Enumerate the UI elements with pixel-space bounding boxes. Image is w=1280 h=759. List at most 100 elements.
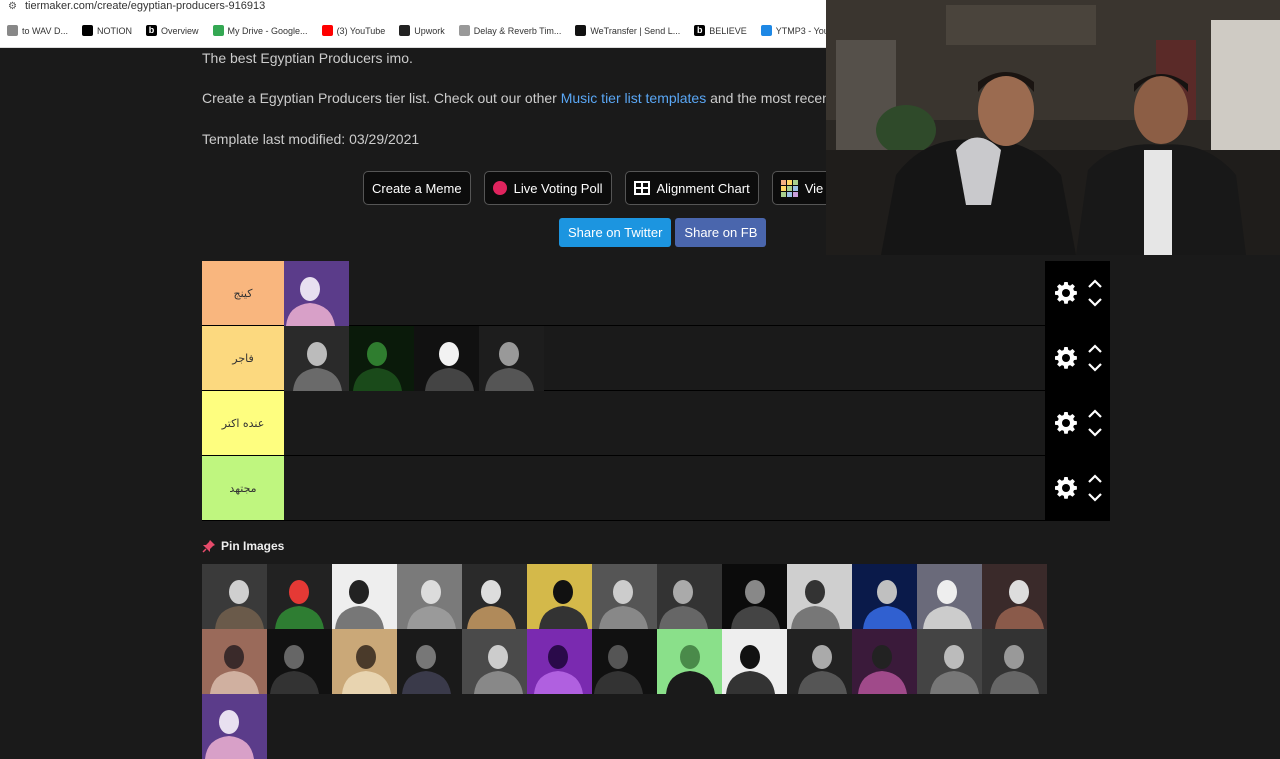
intro-prefix: Create a Egyptian Producers tier list. C… xyxy=(202,90,561,106)
move-down-chevron-icon[interactable] xyxy=(1087,298,1102,307)
producer-photo xyxy=(592,629,657,694)
bookmark-item[interactable]: b Overview xyxy=(139,14,206,47)
pool-item[interactable] xyxy=(657,629,722,694)
move-down-chevron-icon[interactable] xyxy=(1087,363,1102,372)
ytmp3-icon xyxy=(760,25,772,36)
create-meme-button[interactable]: Create a Meme xyxy=(363,171,471,205)
move-up-chevron-icon[interactable] xyxy=(1087,344,1102,353)
producer-photo xyxy=(787,564,852,629)
alignment-chart-button[interactable]: Alignment Chart xyxy=(624,171,759,205)
producer-photo xyxy=(722,629,787,694)
share-facebook-button[interactable]: Share on FB xyxy=(675,218,767,247)
pool-item[interactable] xyxy=(397,564,462,629)
template-description: The best Egyptian Producers imo. xyxy=(202,50,413,66)
producer-photo xyxy=(202,629,267,694)
pool-item[interactable] xyxy=(527,629,592,694)
pool-item[interactable] xyxy=(917,564,982,629)
live-voting-poll-button[interactable]: Live Voting Poll xyxy=(483,171,612,205)
producer-photo xyxy=(722,564,787,629)
view-button[interactable]: Vie xyxy=(771,171,833,205)
pool-item[interactable] xyxy=(462,564,527,629)
tier-label[interactable]: مجتهد xyxy=(202,456,284,520)
tier-label[interactable]: كينج xyxy=(202,261,284,325)
bookmark-item[interactable]: to WAV D... xyxy=(0,14,75,47)
address-bar[interactable]: ⚙ tiermaker.com/create/egyptian-producers… xyxy=(0,0,826,14)
pool-item[interactable] xyxy=(657,564,722,629)
pool-item[interactable] xyxy=(982,564,1047,629)
bookmark-item[interactable]: NOTION xyxy=(75,14,139,47)
pool-item[interactable] xyxy=(267,629,332,694)
producer-photo xyxy=(267,564,332,629)
tier-drop-zone[interactable] xyxy=(284,456,1045,520)
move-down-chevron-icon[interactable] xyxy=(1087,428,1102,437)
tier-row: مجتهد xyxy=(202,456,1110,521)
pool-item[interactable] xyxy=(787,564,852,629)
pool-item[interactable] xyxy=(722,629,787,694)
settings-gear-icon[interactable] xyxy=(1054,411,1078,435)
pool-item[interactable] xyxy=(592,564,657,629)
doc-icon xyxy=(7,25,18,36)
tier-label[interactable]: عنده اكتر xyxy=(202,391,284,455)
producer-photo xyxy=(332,629,397,694)
tier-item[interactable] xyxy=(284,326,349,391)
tier-row: فاجر xyxy=(202,326,1110,391)
pin-images-toggle[interactable]: Pin Images xyxy=(202,539,284,553)
template-intro: Create a Egyptian Producers tier list. C… xyxy=(202,90,834,106)
bookmark-item[interactable]: Upwork xyxy=(392,14,452,47)
view-label: Vie xyxy=(804,180,824,196)
tier-drop-zone[interactable] xyxy=(284,261,1045,326)
pool-item[interactable] xyxy=(202,564,267,629)
pool-item[interactable] xyxy=(592,629,657,694)
producer-photo xyxy=(527,629,592,694)
pool-item[interactable] xyxy=(852,629,917,694)
producer-photo xyxy=(462,564,527,629)
tier-drop-zone[interactable] xyxy=(284,326,1045,391)
music-templates-link[interactable]: Music tier list templates xyxy=(561,90,706,106)
record-dot-icon xyxy=(492,181,507,195)
producer-photo xyxy=(982,564,1047,629)
producer-photo xyxy=(202,694,267,759)
pool-item[interactable] xyxy=(202,694,267,759)
tier-label[interactable]: فاجر xyxy=(202,326,284,390)
pool-item[interactable] xyxy=(982,629,1047,694)
pool-item[interactable] xyxy=(852,564,917,629)
pool-item[interactable] xyxy=(722,564,787,629)
bookmark-item[interactable]: WeTransfer | Send L... xyxy=(568,14,687,47)
move-up-chevron-icon[interactable] xyxy=(1087,409,1102,418)
action-buttons: Create a Meme Live Voting Poll Alignment… xyxy=(363,171,833,205)
move-up-chevron-icon[interactable] xyxy=(1087,474,1102,483)
tier-drop-zone[interactable] xyxy=(284,391,1045,455)
bookmark-item[interactable]: (3) YouTube xyxy=(315,14,393,47)
share-twitter-button[interactable]: Share on Twitter xyxy=(559,218,672,247)
pool-item[interactable] xyxy=(202,629,267,694)
tier-item[interactable] xyxy=(479,326,544,391)
move-down-chevron-icon[interactable] xyxy=(1087,493,1102,502)
producer-photo xyxy=(397,564,462,629)
youtube-icon xyxy=(321,25,333,36)
tier-item[interactable] xyxy=(284,261,349,326)
bookmark-item[interactable]: Delay & Reverb Tim... xyxy=(452,14,569,47)
tier-item[interactable] xyxy=(414,326,479,391)
share-buttons: Share on Twitter Share on FB xyxy=(559,218,767,247)
pool-item[interactable] xyxy=(917,629,982,694)
producer-photo xyxy=(527,564,592,629)
settings-gear-icon[interactable] xyxy=(1054,281,1078,305)
pool-item[interactable] xyxy=(397,629,462,694)
settings-gear-icon[interactable] xyxy=(1054,346,1078,370)
pool-item[interactable] xyxy=(462,629,527,694)
bookmark-item[interactable]: b BELIEVE xyxy=(687,14,754,47)
pool-item[interactable] xyxy=(332,629,397,694)
tier-row: كينج xyxy=(202,261,1110,326)
settings-gear-icon[interactable] xyxy=(1054,476,1078,500)
bookmark-label: Delay & Reverb Tim... xyxy=(473,25,562,36)
pool-item[interactable] xyxy=(332,564,397,629)
pin-images-label: Pin Images xyxy=(221,539,285,553)
move-up-chevron-icon[interactable] xyxy=(1087,279,1102,288)
bookmark-item[interactable]: My Drive - Google... xyxy=(206,14,315,47)
pool-item[interactable] xyxy=(787,629,852,694)
bookmark-item[interactable]: YTMP3 - YouTube t... xyxy=(754,14,826,47)
tier-item[interactable] xyxy=(349,326,414,391)
pool-item[interactable] xyxy=(267,564,332,629)
site-info-icon[interactable]: ⚙ xyxy=(8,1,17,12)
pool-item[interactable] xyxy=(527,564,592,629)
